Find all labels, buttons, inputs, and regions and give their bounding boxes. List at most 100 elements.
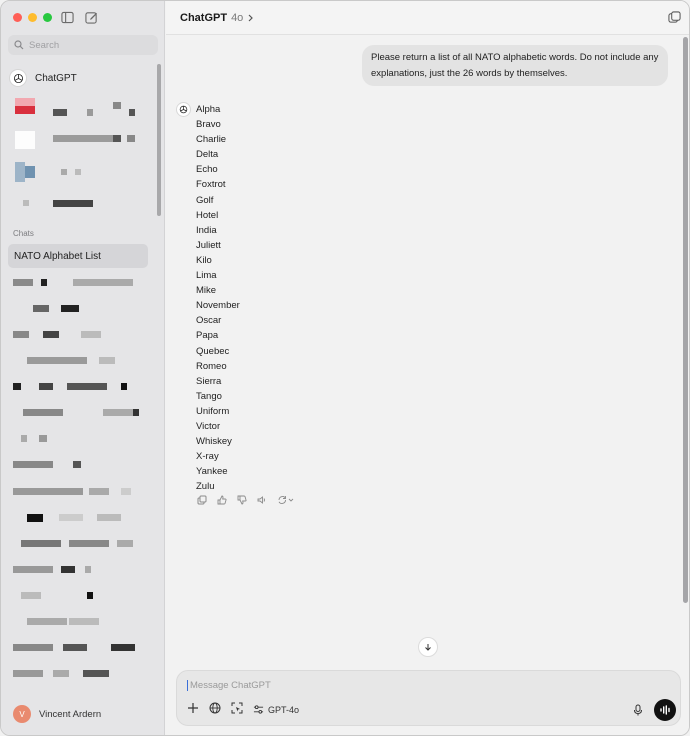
list-item: Romeo [196,360,227,372]
scroll-to-bottom-button[interactable] [418,637,438,657]
openai-logo-icon [176,102,191,117]
list-item: November [196,300,240,312]
redacted-sidebar-item[interactable] [13,131,138,149]
chat-item[interactable] [13,461,83,473]
sidebar-toggle-icon[interactable] [61,11,74,24]
openai-logo-icon [9,69,27,87]
thumbs-up-icon[interactable] [217,495,227,505]
avatar: V [13,705,31,723]
chat-item[interactable] [13,279,133,291]
minimize-window-button[interactable] [28,13,37,22]
list-item: Echo [196,164,218,176]
chat-item[interactable] [13,383,133,395]
list-item: Golf [196,194,214,206]
main-pane: ChatGPT 4o Please return a list of all N… [166,1,689,735]
mic-icon[interactable] [632,704,644,716]
list-item: Tango [196,390,222,402]
user-message: Please return a list of all NATO alphabe… [362,45,668,86]
message-actions [197,495,295,505]
list-item: Delta [196,149,219,161]
chat-item-active[interactable]: NATO Alphabet List [8,244,148,268]
list-item: Zulu [196,481,215,493]
app-title: ChatGPT [180,12,228,24]
window-controls [13,13,52,22]
list-item: Juliett [196,239,221,251]
list-item: X-ray [196,451,219,463]
list-item: Oscar [196,315,222,327]
search-input[interactable] [29,39,149,51]
list-item: Sierra [196,375,222,387]
top-bar: ChatGPT 4o [166,1,689,35]
close-window-button[interactable] [13,13,22,22]
sliders-icon [253,705,264,714]
model-selector[interactable]: ChatGPT 4o [180,12,254,24]
list-item: Bravo [196,119,221,131]
regenerate-icon[interactable] [277,495,295,505]
redacted-sidebar-item[interactable] [13,200,103,212]
chat-item[interactable] [13,514,123,526]
chat-item[interactable] [13,331,113,343]
list-item: Yankee [196,466,228,478]
message-input[interactable] [187,680,587,691]
search-box[interactable] [8,35,158,55]
chevron-right-icon [248,14,254,22]
search-icon [14,40,24,50]
screen-select-button[interactable] [231,702,243,717]
new-chat-icon[interactable] [668,11,681,24]
speaker-icon[interactable] [257,495,267,505]
chat-item[interactable] [13,618,113,630]
zoom-window-button[interactable] [43,13,52,22]
list-item: Whiskey [196,436,232,448]
user-name: Vincent Ardern [39,708,102,720]
chat-item[interactable] [13,305,93,317]
attach-button[interactable] [187,702,199,717]
sidebar-scrollbar[interactable] [157,64,161,216]
sidebar: ChatGPT Chats NATO Alphabet [1,1,165,735]
arrow-down-icon [425,644,431,651]
cursor-select-icon [231,702,243,714]
model-chip-label: GPT-4o [268,704,300,715]
chat-item[interactable] [13,409,143,421]
list-item: Charlie [196,134,227,146]
chat-item[interactable] [13,644,138,656]
list-item: Foxtrot [196,179,226,191]
chat-item[interactable] [13,488,133,500]
conversation-scrollbar[interactable] [683,37,688,603]
list-item: Hotel [196,209,219,221]
message-composer: GPT-4o [176,670,681,726]
list-item: Kilo [196,254,212,266]
compose-icon[interactable] [85,11,98,24]
voice-wave-icon [660,705,670,715]
chat-item[interactable] [13,435,53,447]
composer-tools: GPT-4o [187,702,299,717]
list-item: Victor [196,420,221,432]
search-web-button[interactable] [209,702,221,717]
list-item: Uniform [196,405,230,417]
redacted-sidebar-item[interactable] [13,162,93,182]
copy-icon[interactable] [197,495,207,505]
chat-item[interactable] [13,540,138,552]
model-version: 4o [231,12,244,24]
app-window: ChatGPT Chats NATO Alphabet [0,0,690,736]
thumbs-down-icon[interactable] [237,495,247,505]
chatgpt-label: ChatGPT [35,72,77,84]
user-profile-button[interactable]: V Vincent Ardern [13,705,101,723]
sidebar-item-chatgpt[interactable]: ChatGPT [9,68,149,88]
model-chip-button[interactable]: GPT-4o [253,704,299,715]
chat-item[interactable] [13,592,103,604]
chat-item[interactable] [13,670,113,682]
voice-mode-button[interactable] [654,699,676,721]
section-label-chats: Chats [13,229,34,238]
list-item: India [196,224,217,236]
list-item: Mike [196,285,217,297]
list-item: Quebec [196,345,230,357]
assistant-message: Alpha Bravo Charlie Delta Echo Foxtrot G… [196,102,396,494]
list-item: Lima [196,270,217,282]
chat-item[interactable] [13,357,123,369]
globe-icon [209,702,221,714]
list-item: Papa [196,330,219,342]
plus-icon [188,703,198,713]
redacted-sidebar-item[interactable] [13,98,135,116]
list-item: Alpha [196,104,221,115]
chat-item[interactable] [13,566,103,578]
